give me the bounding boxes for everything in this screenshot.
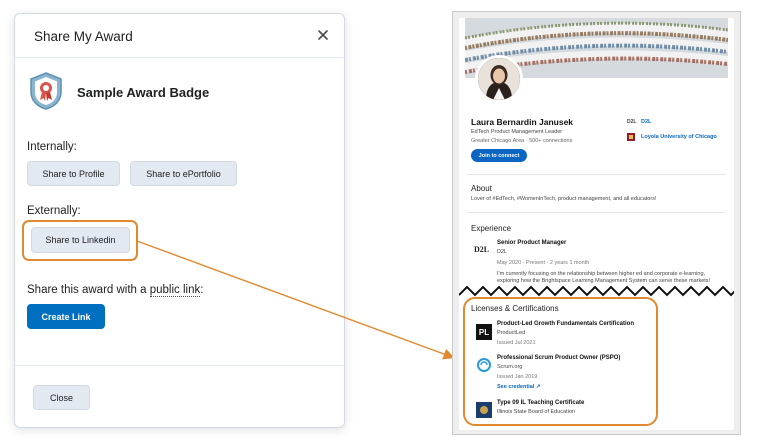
job-description-line-1: I'm currently focusing on the relationsh… [497,271,706,277]
profile-location: Greater Chicago Area · 500+ connections [471,138,573,144]
profile-avatar[interactable] [475,55,523,103]
about-heading: About [471,184,492,193]
profile-headline: EdTech Product Management Leader [471,129,563,135]
company-logo: D2L [627,119,637,125]
d2l-logo: D2L [474,245,490,254]
job-company: D2L [497,249,508,255]
about-text: Lover of #EdTech, #WomenInTech, product … [471,196,657,202]
certifications-highlight [463,297,658,426]
school-link[interactable]: Loyola University of Chicago [641,134,717,140]
profile-name: Laura Bernardin Janusek [471,117,574,127]
join-to-connect-button[interactable]: Join to connect [471,149,527,162]
company-link[interactable]: D2L [641,119,651,125]
linkedin-panel: Laura Bernardin Janusek EdTech Product M… [459,18,734,430]
linkedin-profile-screenshot: Laura Bernardin Janusek EdTech Product M… [452,11,741,435]
job-dates: May 2020 - Present · 2 years 1 month [497,260,590,266]
job-title: Senior Product Manager [497,240,567,246]
divider [467,174,726,175]
experience-heading: Experience [471,224,512,233]
university-logo-icon [627,133,635,141]
divider [467,212,726,213]
